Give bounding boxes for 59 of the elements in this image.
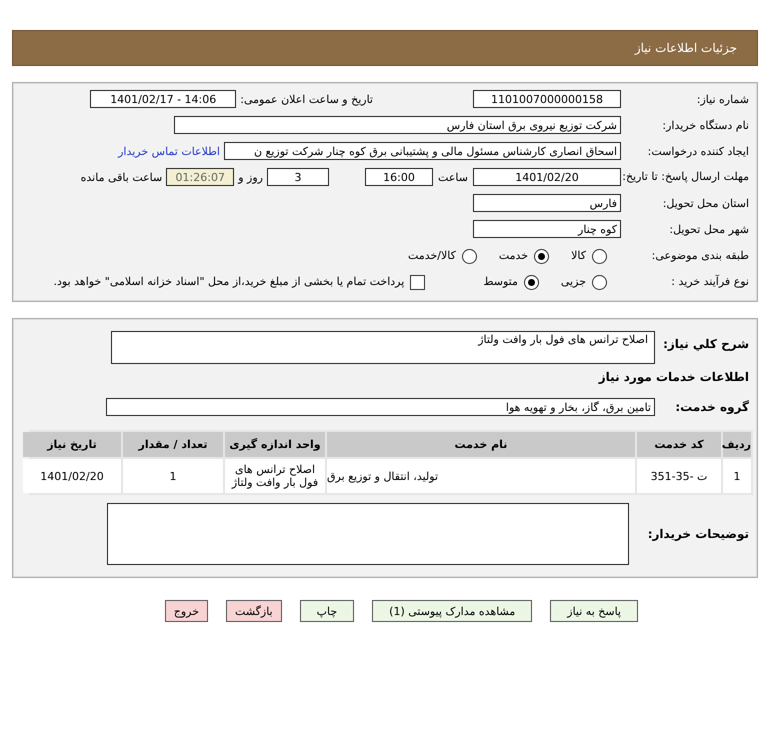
deadline-time-field: 16:00 — [365, 168, 433, 186]
contact-link[interactable]: اطلاعات تماس خریدار — [118, 141, 220, 158]
announce-date-field: 1401/02/17 - 14:06 — [90, 90, 236, 108]
process-radio[interactable] — [592, 275, 607, 290]
buyer-field: شرکت توزیع نیروی برق استان فارس — [174, 116, 621, 134]
column-header: کد خدمت — [637, 432, 721, 457]
field-label: شهر محل تحویل: — [668, 222, 749, 236]
field-label: روز و — [238, 170, 263, 184]
page-title: جزئیات اطلاعات نیاز — [634, 41, 737, 55]
deadline-date-field: 1401/02/20 — [473, 168, 621, 186]
remaining-time-field: 01:26:07 — [166, 168, 234, 186]
column-header: تعداد / مقدار — [123, 432, 223, 457]
checkbox-label: پرداخت تمام یا بخشی از مبلغ خرید،از محل "اسناد خزانه اسلامی" خواهد بود. — [54, 274, 404, 288]
radio-label: کالا — [571, 248, 586, 262]
field-label: ایجاد کننده درخواست: — [646, 144, 749, 158]
radio-label: خدمت — [498, 248, 528, 262]
category-radio[interactable] — [462, 249, 477, 264]
column-header: تاریخ نیاز — [23, 432, 121, 457]
summary-field: اصلاح ترانس های فول بار وافت ولتاژ — [111, 331, 655, 364]
category-radio[interactable] — [592, 249, 607, 264]
radio-label: کالا/خدمت — [408, 248, 456, 262]
section-heading: اطلاعات خدمات مورد نیاز — [598, 369, 749, 386]
action-button[interactable]: مشاهده مدارک پیوستی (1) — [372, 600, 532, 622]
action-button[interactable]: بازگشت — [226, 600, 282, 622]
table-cell: 1 — [723, 459, 751, 493]
field-label: طبقه بندی موضوعی: — [650, 248, 749, 262]
action-button[interactable]: چاپ — [300, 600, 354, 622]
action-button[interactable]: خروج — [164, 600, 208, 622]
table-cell: ت -35-351 — [637, 459, 721, 493]
table-cell: تولید، انتقال و توزیع برق — [327, 459, 635, 493]
table-cell: اصلاح ترانس های فول بار وافت ولتاژ — [225, 459, 325, 493]
field-label: استان محل تحویل: — [662, 196, 749, 210]
city-field: کوه چنار — [473, 220, 621, 238]
process-radio[interactable] — [524, 275, 539, 290]
action-button[interactable]: پاسخ به نیاز — [550, 600, 638, 622]
column-header: واحد اندازه گیری — [225, 432, 325, 457]
field-label: شرح کلي نياز: — [662, 336, 749, 351]
days-field: 3 — [267, 168, 329, 186]
field-label: شماره نیاز: — [696, 92, 749, 106]
radio-label: جزیی — [560, 274, 586, 288]
field-label: تاریخ و ساعت اعلان عمومی: — [240, 92, 373, 106]
payment-checkbox[interactable] — [410, 275, 426, 290]
field-label: ساعت باقی مانده — [80, 170, 162, 184]
need-number-field: 1101007000000158 — [473, 90, 621, 108]
creator-field: اسحاق انصاری کارشناس مسئول مالی و پشتیبانی برق کوه چنار شرکت توزیع ن — [224, 142, 621, 160]
field-label: ساعت — [437, 170, 469, 184]
field-label: نام دستگاه خریدار: — [661, 118, 749, 132]
province-field: فارس — [473, 194, 621, 212]
radio-label: متوسط — [483, 274, 518, 288]
field-label: مهلت ارسال پاسخ: تا تاریخ: — [621, 169, 749, 184]
column-header: نام خدمت — [327, 432, 635, 457]
column-header: ردیف — [723, 432, 751, 457]
field-label: نوع فرآیند خرید : — [670, 274, 749, 288]
category-radio[interactable] — [534, 249, 550, 264]
table-cell: 1 — [123, 459, 223, 493]
field-label: گروه خدمت: — [674, 399, 749, 414]
table-cell: 1401/02/20 — [23, 459, 121, 493]
service-group-field: تامین برق، گاز، بخار و تهویه هوا — [106, 398, 655, 416]
field-label: توضیحات خریدار: — [646, 526, 749, 541]
